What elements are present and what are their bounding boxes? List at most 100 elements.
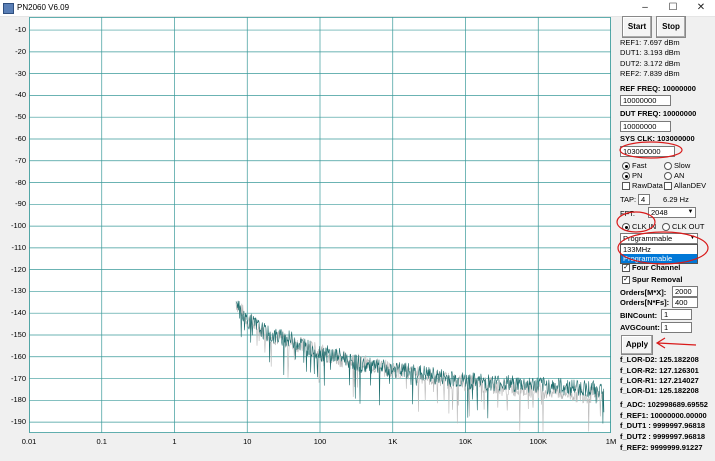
- app-icon: [3, 3, 14, 14]
- fft-label: FFT:: [620, 209, 635, 218]
- f-ref2: f_REF2: 9999999.91227: [620, 443, 703, 452]
- window-title: PN2060 V6.09: [17, 3, 70, 12]
- y-tick-label: -30: [15, 68, 26, 78]
- y-tick-label: -10: [15, 25, 26, 35]
- clk-out-radio[interactable]: [662, 223, 670, 231]
- y-tick-label: -130: [10, 286, 26, 296]
- fast-label: Fast: [632, 161, 647, 170]
- y-tick-label: -90: [15, 199, 26, 209]
- minimize-button[interactable]: –: [631, 0, 659, 16]
- y-tick-label: -50: [15, 112, 26, 122]
- y-tick-label: -110: [11, 242, 26, 252]
- avgcount-input[interactable]: 1: [661, 322, 692, 333]
- bincount-input[interactable]: 1: [661, 309, 692, 320]
- f-lor-d1: f_LOR-D1: 125.182208: [620, 386, 699, 395]
- orders-m-input[interactable]: 2000: [672, 286, 698, 297]
- tap-input[interactable]: 4: [638, 194, 650, 205]
- dut1-level: DUT1: 3.193 dBm: [620, 48, 681, 57]
- clk-out-label: CLK OUT: [672, 222, 705, 231]
- f-ref1: f_REF1: 10000000.00000: [620, 411, 707, 420]
- y-tick-label: -120: [10, 264, 26, 274]
- orders-n-input[interactable]: 400: [672, 297, 698, 308]
- y-tick-label: -70: [15, 155, 26, 165]
- control-panel: Start Stop REF1: 7.697 dBm DUT1: 3.193 d…: [618, 16, 715, 461]
- f-dut1: f_DUT1 : 9999997.96818: [620, 421, 706, 430]
- ref-freq-input[interactable]: 10000000: [620, 95, 671, 106]
- ref-freq-label: REF FREQ: 10000000: [620, 84, 696, 93]
- y-tick-label: -80: [15, 177, 26, 187]
- apply-button[interactable]: Apply: [621, 335, 653, 355]
- orders-m-label: Orders[M*X]:: [620, 288, 667, 297]
- ref2-level: REF2: 7.839 dBm: [620, 69, 680, 78]
- y-tick-label: -140: [10, 308, 26, 318]
- fast-radio[interactable]: [622, 162, 630, 170]
- x-tick-label: 0.01: [21, 437, 37, 446]
- f-adc: f_ADC: 102998689.69552: [620, 400, 708, 409]
- clk-in-label: CLK IN: [632, 222, 657, 231]
- chevron-down-icon: ▼: [689, 235, 696, 241]
- y-tick-label: -20: [15, 46, 26, 56]
- f-lor-r2: f_LOR-R2: 127.126301: [620, 366, 699, 375]
- pn-radio[interactable]: [622, 172, 630, 180]
- x-tick-label: 100K: [529, 437, 548, 446]
- rawdata-label: RawData: [632, 181, 663, 190]
- dut-freq-label: DUT FREQ: 10000000: [620, 109, 697, 118]
- clk-source-dropdown: 133MHz Programmable: [620, 244, 698, 264]
- an-radio[interactable]: [664, 172, 672, 180]
- x-tick-label: 1K: [388, 437, 398, 446]
- fft-select-value: 2048: [651, 208, 668, 217]
- y-tick-label: -40: [15, 90, 26, 100]
- series-line-1: [235, 302, 605, 432]
- dut-freq-input[interactable]: 10000000: [620, 121, 671, 132]
- sys-clk-input[interactable]: 103000000: [620, 146, 675, 157]
- close-button[interactable]: ✕: [687, 0, 715, 16]
- four-channel-label: Four Channel: [632, 263, 681, 272]
- x-tick-label: 10: [243, 437, 252, 446]
- clk-source-select-value: Programmable: [623, 234, 673, 243]
- x-tick-label: 0.1: [96, 437, 107, 446]
- f-lor-d2: f_LOR-D2: 125.182208: [620, 355, 699, 364]
- title-bar: PN2060 V6.09 – ☐ ✕: [0, 0, 715, 17]
- clk-in-radio[interactable]: [622, 223, 630, 231]
- clk-source-select[interactable]: Programmable ▼: [620, 233, 698, 244]
- y-tick-label: -60: [15, 133, 26, 143]
- x-tick-label: 10K: [458, 437, 473, 446]
- an-label: AN: [674, 171, 685, 180]
- slow-radio[interactable]: [664, 162, 672, 170]
- phase-noise-plot: [29, 17, 611, 433]
- plot-svg: [29, 17, 611, 433]
- spur-removal-label: Spur Removal: [632, 275, 683, 284]
- x-tick-label: 100: [313, 437, 327, 446]
- four-channel-checkbox[interactable]: ✓: [622, 264, 630, 272]
- allandev-label: AllanDEV: [674, 181, 707, 190]
- spur-removal-checkbox[interactable]: ✓: [622, 276, 630, 284]
- tap-label: TAP:: [620, 195, 637, 204]
- orders-n-label: Orders[N*Fs]:: [620, 298, 670, 307]
- ref1-level: REF1: 7.697 dBm: [620, 38, 680, 47]
- y-tick-label: -150: [10, 329, 26, 339]
- y-tick-label: -160: [10, 351, 26, 361]
- dut2-level: DUT2: 3.172 dBm: [620, 59, 681, 68]
- f-lor-r1: f_LOR-R1: 127.214027: [620, 376, 699, 385]
- x-tick-label: 1M: [605, 437, 617, 446]
- clk-option-programmable[interactable]: Programmable: [621, 254, 697, 263]
- tap-hz: 6.29 Hz: [663, 195, 689, 204]
- rawdata-checkbox[interactable]: [622, 182, 630, 190]
- y-tick-label: -190: [10, 417, 26, 427]
- sys-clk-label: SYS CLK: 103000000: [620, 134, 695, 143]
- x-tick-label: 1: [172, 437, 177, 446]
- series-line-0: [235, 300, 605, 424]
- stop-button[interactable]: Stop: [656, 16, 686, 38]
- fft-select[interactable]: 2048 ▼: [648, 207, 696, 218]
- slow-label: Slow: [674, 161, 691, 170]
- f-dut2: f_DUT2 : 9999997.96818: [620, 432, 706, 441]
- y-tick-label: -100: [10, 221, 26, 231]
- maximize-button[interactable]: ☐: [659, 0, 687, 16]
- start-button[interactable]: Start: [622, 16, 652, 38]
- pn-label: PN: [632, 171, 643, 180]
- allandev-checkbox[interactable]: [664, 182, 672, 190]
- bincount-label: BINCount:: [620, 311, 658, 320]
- avgcount-label: AVGCount:: [620, 323, 660, 332]
- clk-option-133mhz[interactable]: 133MHz: [621, 245, 697, 254]
- y-tick-label: -170: [10, 373, 26, 383]
